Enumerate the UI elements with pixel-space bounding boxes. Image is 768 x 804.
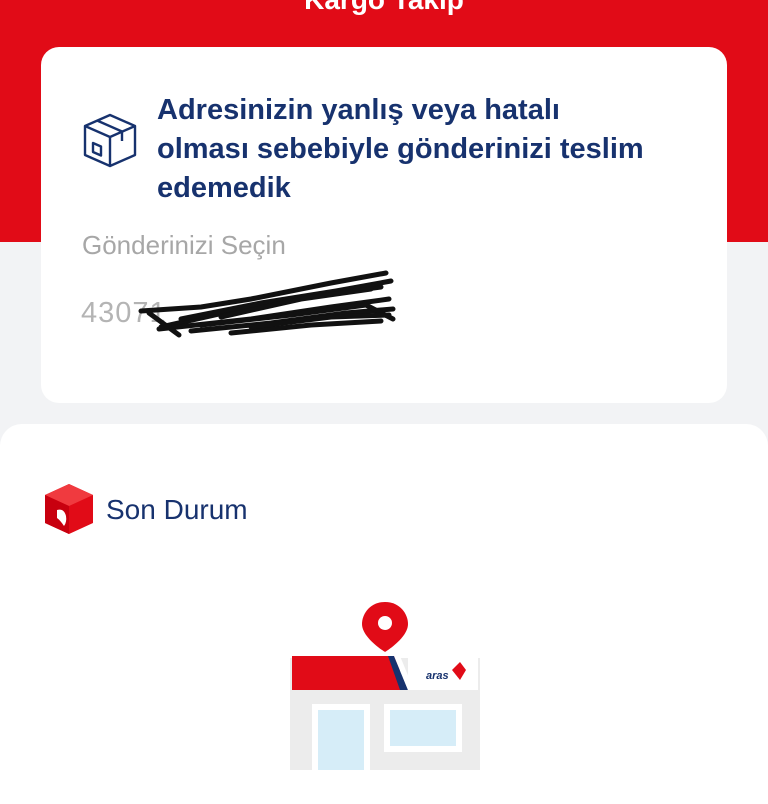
red-box-icon bbox=[45, 484, 93, 534]
delivery-status-message: Adresinizin yanlış veya hatalı olması se… bbox=[157, 94, 644, 204]
svg-text:aras: aras bbox=[426, 670, 449, 682]
latest-status-panel: Son Durum aras bbox=[0, 424, 768, 804]
latest-status-title: Son Durum bbox=[106, 494, 248, 525]
status-card: Adresinizin yanlış veya hatalı olması se… bbox=[41, 47, 727, 403]
redaction-scribble bbox=[138, 270, 396, 338]
branch-store-icon: aras bbox=[290, 602, 480, 770]
page-title: Kargo Takip bbox=[0, 0, 768, 14]
shipment-select-label[interactable]: Gönderinizi Seçin bbox=[82, 230, 286, 261]
package-box-icon bbox=[83, 113, 137, 168]
